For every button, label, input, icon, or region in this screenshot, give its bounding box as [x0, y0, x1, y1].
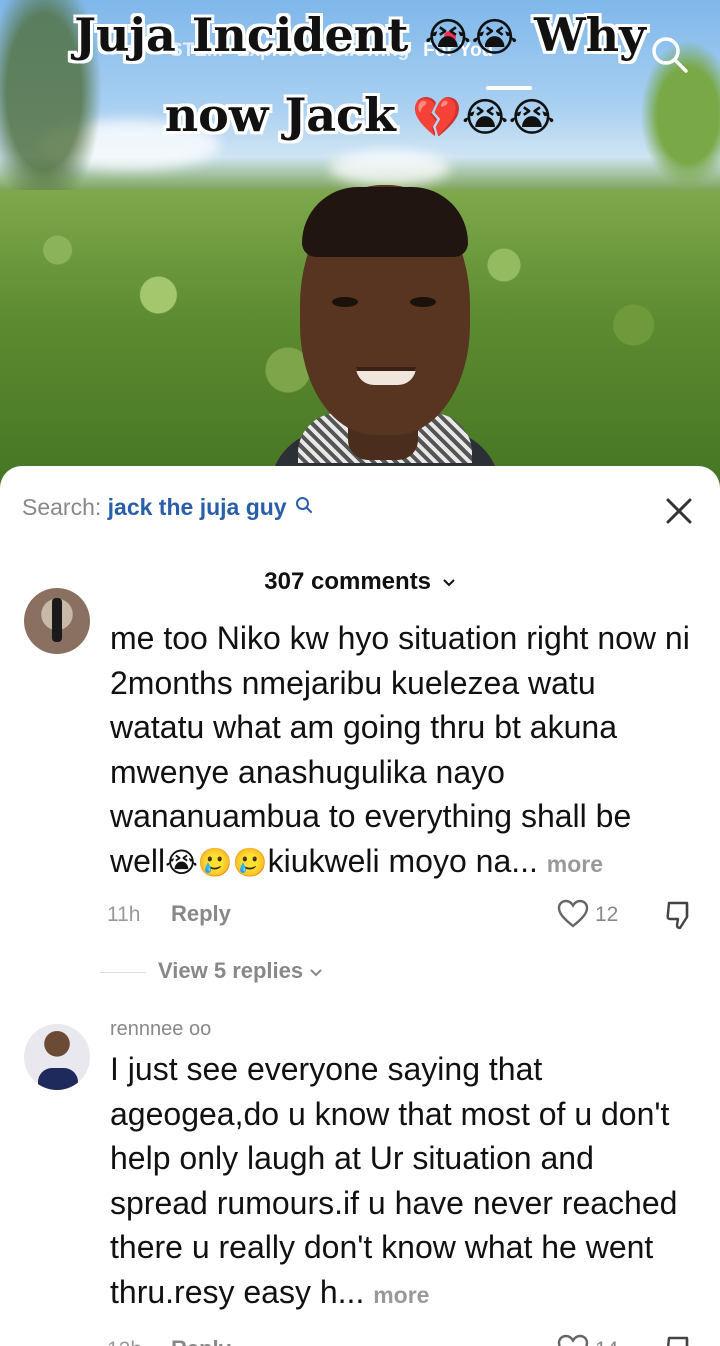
dislike-icon[interactable]: [665, 899, 695, 931]
crying-face-icon: 😭: [461, 95, 509, 141]
chevron-down-icon: [442, 578, 455, 587]
comment-username[interactable]: rennnee oo: [110, 1018, 695, 1041]
caption-text: Why: [533, 8, 646, 62]
comment-text-main: me too Niko kw hyo situation right now n…: [110, 620, 690, 879]
heart-icon[interactable]: [557, 1334, 589, 1346]
crying-face-icon: 😭: [424, 15, 472, 61]
comment-body: rennnee oo I just see everyone saying th…: [110, 1018, 695, 1317]
like-count: 12: [595, 903, 619, 926]
caption-text: Juja Incident: [74, 8, 409, 62]
close-icon[interactable]: [662, 494, 696, 528]
avatar[interactable]: [24, 1024, 90, 1090]
like-count: 14: [595, 1338, 618, 1346]
video-caption-line-1: Juja Incident 😭😭 Why: [0, 8, 720, 62]
chevron-down-icon: [310, 969, 322, 977]
broken-heart-icon: 💔: [411, 95, 462, 141]
comment-text-main: I just see everyone saying that ageogea,…: [110, 1051, 678, 1310]
comment-meta: 12h Reply 14: [107, 1334, 707, 1346]
search-icon[interactable]: [648, 33, 690, 75]
comment-text: me too Niko kw hyo situation right now n…: [110, 616, 695, 886]
dislike-icon[interactable]: [665, 1334, 695, 1346]
emoji-crying-icon: 😭🥲🥲: [165, 845, 268, 879]
comment-text: I just see everyone saying that ageogea,…: [110, 1047, 695, 1317]
avatar[interactable]: [24, 588, 90, 654]
view-replies-label: View 5 replies: [158, 958, 304, 983]
comment-count[interactable]: 307 comments: [0, 568, 720, 596]
related-search[interactable]: Search: jack the juja guy: [22, 494, 313, 521]
divider: [100, 971, 146, 973]
comment-body: me too Niko kw hyo situation right now n…: [110, 616, 695, 886]
more-link[interactable]: more: [547, 851, 603, 877]
caption-text: now Jack: [164, 88, 396, 142]
reply-button[interactable]: Reply: [171, 1336, 231, 1346]
video-caption-line-2: now Jack 💔😭😭: [0, 88, 720, 142]
reply-button[interactable]: Reply: [171, 901, 231, 927]
comment-count-label: 307 comments: [264, 568, 432, 595]
search-icon: [296, 497, 312, 513]
cloud: [330, 150, 450, 186]
comments-sheet: Search: jack the juja guy 307 comments m…: [0, 466, 720, 1346]
search-label: Search:: [22, 494, 102, 520]
more-link[interactable]: more: [373, 1282, 429, 1308]
video-person: [270, 185, 500, 490]
comment-text-tail: kiukweli moyo na...: [267, 842, 538, 879]
view-replies-button[interactable]: View 5 replies: [100, 958, 323, 984]
crying-face-icon: 😭: [508, 95, 556, 141]
search-query-link[interactable]: jack the juja guy: [108, 494, 287, 520]
comment-time: 11h: [107, 903, 141, 926]
crying-face-icon: 😭: [471, 15, 518, 61]
video-player[interactable]: STEM Explore Following For You Juja Inci…: [0, 0, 720, 490]
heart-icon[interactable]: [557, 899, 589, 929]
comment-time: 12h: [107, 1338, 142, 1346]
comment-meta: 11h Reply 12: [107, 899, 707, 933]
